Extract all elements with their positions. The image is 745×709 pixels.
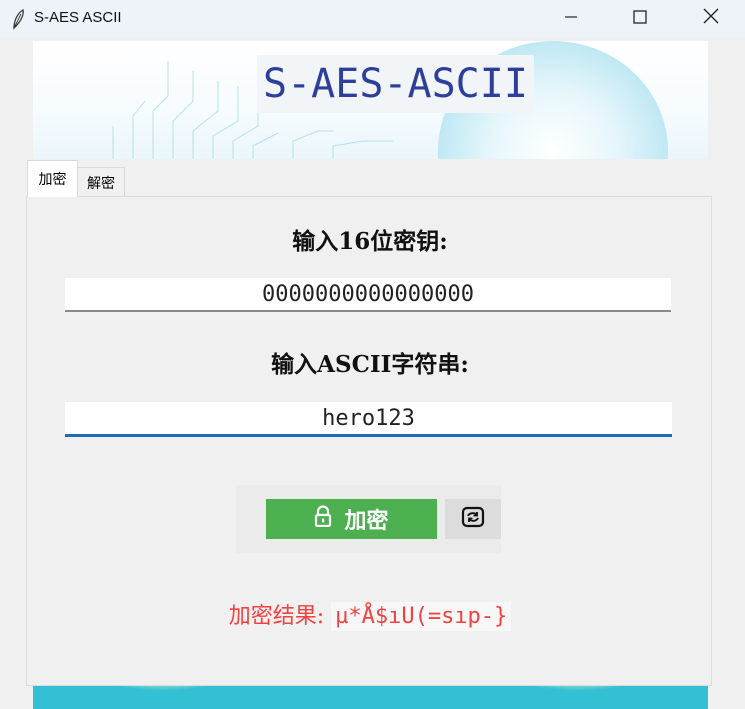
tab-encrypt[interactable]: 加密	[27, 160, 78, 197]
refresh-icon	[461, 506, 485, 532]
result-prefix: 加密结果:	[228, 604, 332, 629]
reset-button[interactable]	[445, 499, 501, 539]
tab-decrypt[interactable]: 解密	[77, 167, 125, 197]
app-heading: S-AES-ASCII	[257, 55, 534, 113]
maximize-button[interactable]	[617, 0, 663, 36]
header-banner: S-AES-ASCII	[33, 41, 708, 159]
feather-icon	[8, 8, 28, 30]
minimize-button[interactable]	[548, 0, 594, 36]
close-icon	[703, 8, 719, 28]
encrypt-button[interactable]: 加密	[266, 499, 437, 539]
minimize-icon	[564, 9, 578, 28]
encrypt-button-label: 加密	[344, 509, 389, 534]
lock-icon	[314, 505, 332, 533]
footer-banner	[33, 686, 708, 709]
key-input[interactable]	[65, 278, 671, 312]
key-label: 输入16位密钥:	[292, 228, 448, 255]
footer-banner-art	[93, 686, 648, 709]
close-button[interactable]	[688, 0, 734, 36]
ascii-input[interactable]	[65, 402, 672, 437]
maximize-icon	[633, 9, 647, 28]
window-title: S-AES ASCII	[34, 9, 122, 26]
app-window: S-AES ASCII S-AES-ASCII 加密 解密 输入16位密钥: 0…	[0, 0, 745, 709]
title-bar: S-AES ASCII	[0, 0, 745, 38]
encrypt-result: 加密结果: µ*Å$ıU(=sıp-}	[0, 598, 740, 631]
result-value: µ*Å$ıU(=sıp-}	[331, 602, 512, 631]
ascii-label: 输入ASCII字符串:	[271, 351, 469, 378]
